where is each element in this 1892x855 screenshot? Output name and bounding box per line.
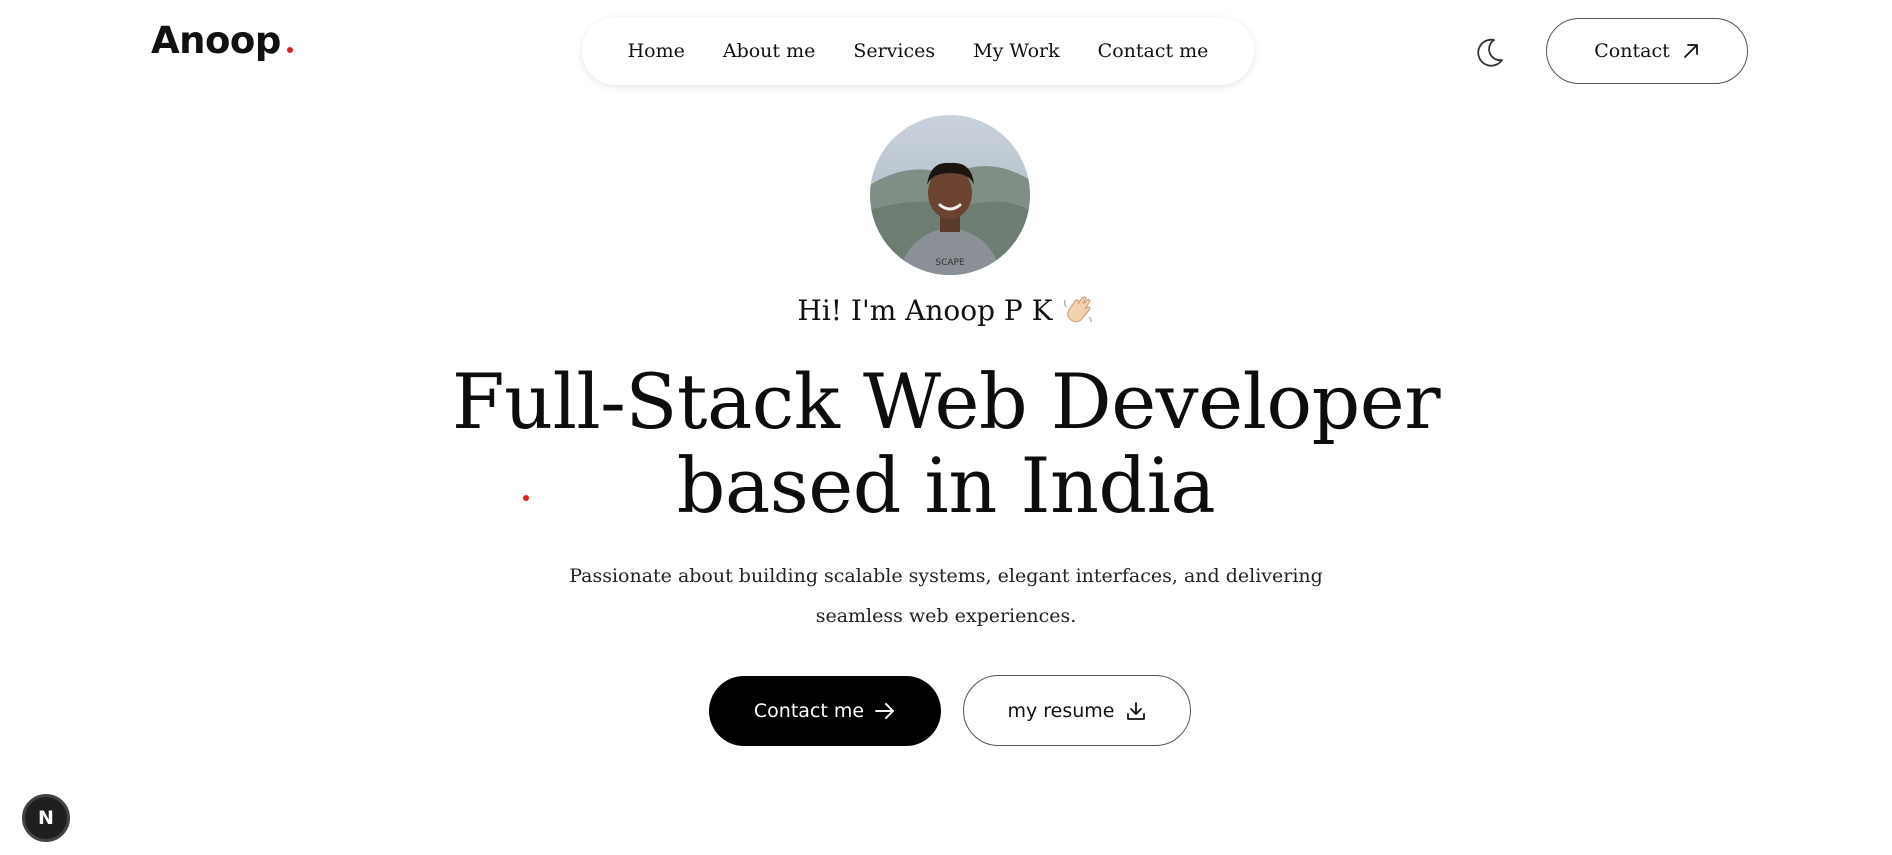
nav-item-services[interactable]: Services bbox=[834, 40, 954, 62]
nav-item-about[interactable]: About me bbox=[704, 40, 835, 62]
header-contact-button[interactable]: Contact bbox=[1546, 18, 1748, 84]
nav-item-my-work[interactable]: My Work bbox=[954, 40, 1079, 62]
theme-toggle-button[interactable] bbox=[1472, 34, 1508, 70]
nav-item-contact[interactable]: Contact me bbox=[1079, 40, 1228, 62]
greeting-text: Hi! I'm Anoop P K bbox=[797, 294, 1053, 327]
header-contact-label: Contact bbox=[1594, 40, 1670, 62]
arrow-up-right-icon bbox=[1683, 44, 1698, 58]
headline-line-1: Full-Stack Web Developer bbox=[451, 357, 1441, 446]
avatar: SCAPE bbox=[870, 115, 1030, 275]
logo-dot bbox=[286, 47, 293, 53]
headline: Full-Stack Web Developer based in India bbox=[0, 360, 1892, 528]
hero-subtitle: Passionate about building scalable syste… bbox=[569, 565, 1323, 627]
download-icon bbox=[1126, 701, 1145, 720]
headline-line-2: based in India bbox=[676, 441, 1216, 530]
logo[interactable]: Anoop bbox=[151, 22, 293, 59]
arrow-right-icon bbox=[875, 703, 895, 719]
contact-me-button[interactable]: Contact me bbox=[709, 676, 941, 746]
main-nav: Home About me Services My Work Contact m… bbox=[582, 17, 1254, 85]
resume-label: my resume bbox=[1007, 699, 1115, 722]
svg-text:SCAPE: SCAPE bbox=[935, 258, 965, 268]
nav-item-home[interactable]: Home bbox=[609, 40, 704, 62]
contact-me-label: Contact me bbox=[753, 700, 865, 722]
logo-text: Anoop bbox=[151, 19, 281, 62]
nextjs-dev-badge[interactable]: N bbox=[22, 794, 70, 842]
resume-button[interactable]: my resume bbox=[963, 675, 1191, 746]
moon-icon bbox=[1477, 38, 1503, 67]
accent-dot bbox=[523, 495, 529, 501]
greeting: Hi! I'm Anoop P K bbox=[0, 292, 1892, 333]
waving-hand-icon bbox=[1061, 292, 1095, 333]
